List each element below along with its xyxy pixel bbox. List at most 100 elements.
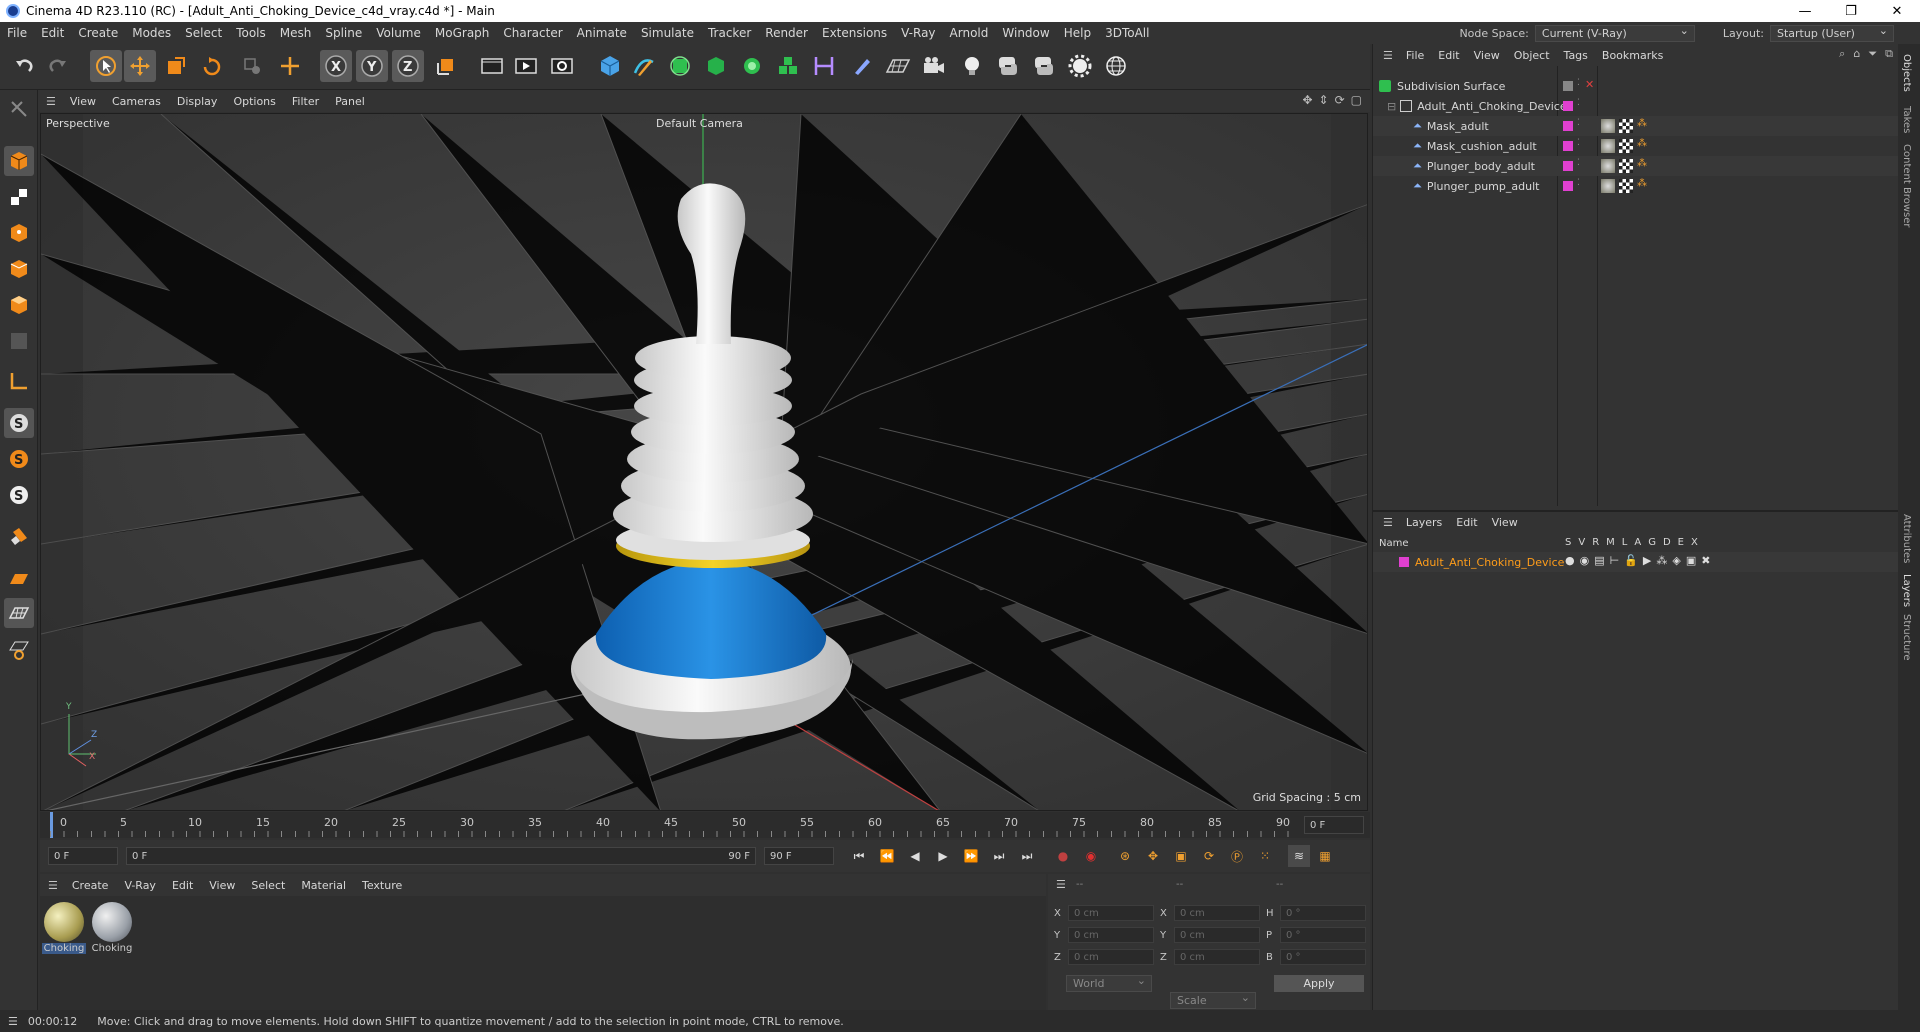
material-menu-vray[interactable]: V-Ray <box>116 879 164 892</box>
material-menu-view[interactable]: View <box>201 879 243 892</box>
cloner-icon[interactable] <box>736 50 768 82</box>
position-y-field[interactable]: 0 cm <box>1068 927 1154 943</box>
next-key-icon[interactable]: ⏭ <box>988 845 1010 867</box>
object-row-plunger-body-adult[interactable]: ⏶ Plunger_body_adult ⁚ ⁂ <box>1373 156 1899 176</box>
menu-file[interactable]: File <box>0 26 34 40</box>
points-mode-icon[interactable] <box>4 218 34 248</box>
visibility-dots-icon[interactable]: ⁚ <box>1577 158 1580 168</box>
texture-tag-icon[interactable] <box>1619 119 1633 133</box>
layer-generators-icon[interactable]: ⁂ <box>1656 554 1667 567</box>
snap-icon[interactable]: S <box>4 408 34 438</box>
menu-window[interactable]: Window <box>995 26 1056 40</box>
search-icon[interactable]: ⌕ <box>1839 47 1845 61</box>
viewport-rotate-icon[interactable]: ⟳ <box>1335 93 1345 107</box>
layer-deformers-icon[interactable]: ◈ <box>1672 554 1680 567</box>
layers-menu-edit[interactable]: Edit <box>1449 516 1484 529</box>
menu-simulate[interactable]: Simulate <box>634 26 701 40</box>
object-row-subdivision-surface[interactable]: Subdivision Surface ⁚ ✕ <box>1373 76 1899 96</box>
render-active-icon[interactable] <box>510 50 542 82</box>
render-settings-icon[interactable] <box>546 50 578 82</box>
camera-icon[interactable] <box>918 50 950 82</box>
coordinate-space-dropdown[interactable]: World <box>1066 974 1152 992</box>
end-frame-field[interactable]: 90 F <box>764 847 834 865</box>
new-window-icon[interactable]: ⧉ <box>1885 47 1893 61</box>
coordinate-system-icon[interactable] <box>430 50 462 82</box>
layers-hamburger-icon[interactable]: ☰ <box>1373 516 1399 529</box>
menu-create[interactable]: Create <box>71 26 125 40</box>
edges-mode-icon[interactable] <box>4 254 34 284</box>
viewport-menu-filter[interactable]: Filter <box>284 95 327 108</box>
coords-hamburger-icon[interactable]: ☰ <box>1056 878 1066 891</box>
size-mode-dropdown[interactable]: Scale <box>1170 991 1256 1009</box>
motion-system-icon[interactable]: ≋ <box>1288 845 1310 867</box>
play-icon[interactable]: ▶ <box>932 845 954 867</box>
python-plugin-icon[interactable] <box>1028 50 1060 82</box>
layers-menu-layers[interactable]: Layers <box>1399 516 1449 529</box>
pen-spline-icon[interactable] <box>628 50 660 82</box>
scale-tool-icon[interactable] <box>160 50 192 82</box>
menu-3dtoall[interactable]: 3DToAll <box>1098 26 1156 40</box>
menu-render[interactable]: Render <box>758 26 815 40</box>
collapse-icon[interactable]: ⊟ <box>1387 100 1396 113</box>
menu-vray[interactable]: V-Ray <box>894 26 942 40</box>
material-tag-icon[interactable] <box>1601 139 1615 153</box>
move-tool-icon[interactable] <box>124 50 156 82</box>
material-hamburger-icon[interactable]: ☰ <box>40 879 64 892</box>
objects-hamburger-icon[interactable]: ☰ <box>1373 49 1399 62</box>
menu-modes[interactable]: Modes <box>125 26 178 40</box>
position-z-field[interactable]: 0 cm <box>1068 949 1154 965</box>
layer-render-icon[interactable]: ▤ <box>1594 554 1604 567</box>
timeline-ruler[interactable]: 0 5 10 15 20 25 30 35 40 45 50 55 60 65 … <box>40 812 1370 838</box>
go-to-end-icon[interactable]: ⏭ <box>1016 845 1038 867</box>
viewport-hamburger-icon[interactable]: ☰ <box>38 95 62 108</box>
light-icon[interactable] <box>956 50 988 82</box>
layout-dropdown[interactable]: Startup (User) <box>1770 24 1894 42</box>
globe-icon[interactable] <box>1100 50 1132 82</box>
texture-mode-icon[interactable] <box>4 182 34 212</box>
visibility-dots-icon[interactable]: ⁚ <box>1577 98 1580 108</box>
vray-tag-icon[interactable]: ⁂ <box>1637 138 1647 149</box>
material-tag-icon[interactable] <box>1601 119 1615 133</box>
objects-menu-tags[interactable]: Tags <box>1557 49 1595 62</box>
transform-tool-icon[interactable] <box>274 50 306 82</box>
rotation-key-icon[interactable]: ⟳ <box>1198 845 1220 867</box>
node-space-dropdown[interactable]: Current (V-Ray) <box>1534 24 1695 42</box>
layer-color-tag[interactable] <box>1563 161 1573 171</box>
rotation-b-field[interactable]: 0 ° <box>1280 949 1366 965</box>
objects-menu-file[interactable]: File <box>1399 49 1431 62</box>
snap-settings-icon[interactable]: S <box>4 444 34 474</box>
material-menu-edit[interactable]: Edit <box>164 879 201 892</box>
model-mode-icon[interactable] <box>4 146 34 176</box>
material-swatch[interactable]: Choking <box>42 902 86 954</box>
current-frame-field[interactable]: 0 F <box>1304 816 1364 834</box>
viewport-menu-view[interactable]: View <box>62 95 104 108</box>
close-button[interactable]: ✕ <box>1874 0 1920 22</box>
maximize-button[interactable]: ❐ <box>1828 0 1874 22</box>
vray-tag-icon[interactable]: ⁂ <box>1637 118 1647 129</box>
editor-visibility-icon[interactable] <box>1563 81 1573 91</box>
grid-icon[interactable] <box>4 598 34 628</box>
layer-color-swatch[interactable] <box>1399 557 1409 567</box>
menu-arnold[interactable]: Arnold <box>943 26 996 40</box>
select-tool-icon[interactable] <box>90 50 122 82</box>
layer-solo-icon[interactable]: ● <box>1565 554 1575 567</box>
start-frame-field[interactable]: 0 F <box>48 847 118 865</box>
apply-button[interactable]: Apply <box>1274 975 1364 992</box>
python-script-icon[interactable] <box>992 50 1024 82</box>
material-tag-icon[interactable] <box>1601 159 1615 173</box>
menu-character[interactable]: Character <box>496 26 569 40</box>
tab-structure[interactable]: Structure <box>1901 614 1912 661</box>
x-axis-lock-icon[interactable]: X <box>320 50 352 82</box>
menu-animate[interactable]: Animate <box>570 26 634 40</box>
material-menu-create[interactable]: Create <box>64 879 117 892</box>
size-z-field[interactable]: 0 cm <box>1174 949 1260 965</box>
object-row-mask-cushion-adult[interactable]: ⏶ Mask_cushion_adult ⁚ ⁂ <box>1373 136 1899 156</box>
layers-menu-view[interactable]: View <box>1485 516 1525 529</box>
cube-object-icon[interactable] <box>594 50 626 82</box>
objects-menu-edit[interactable]: Edit <box>1431 49 1466 62</box>
quantize-icon[interactable]: S <box>4 480 34 510</box>
tab-content-browser[interactable]: Content Browser <box>1901 144 1912 227</box>
deformer-icon[interactable] <box>808 50 840 82</box>
uv-mode-icon[interactable] <box>4 326 34 356</box>
polygons-mode-icon[interactable] <box>4 290 34 320</box>
